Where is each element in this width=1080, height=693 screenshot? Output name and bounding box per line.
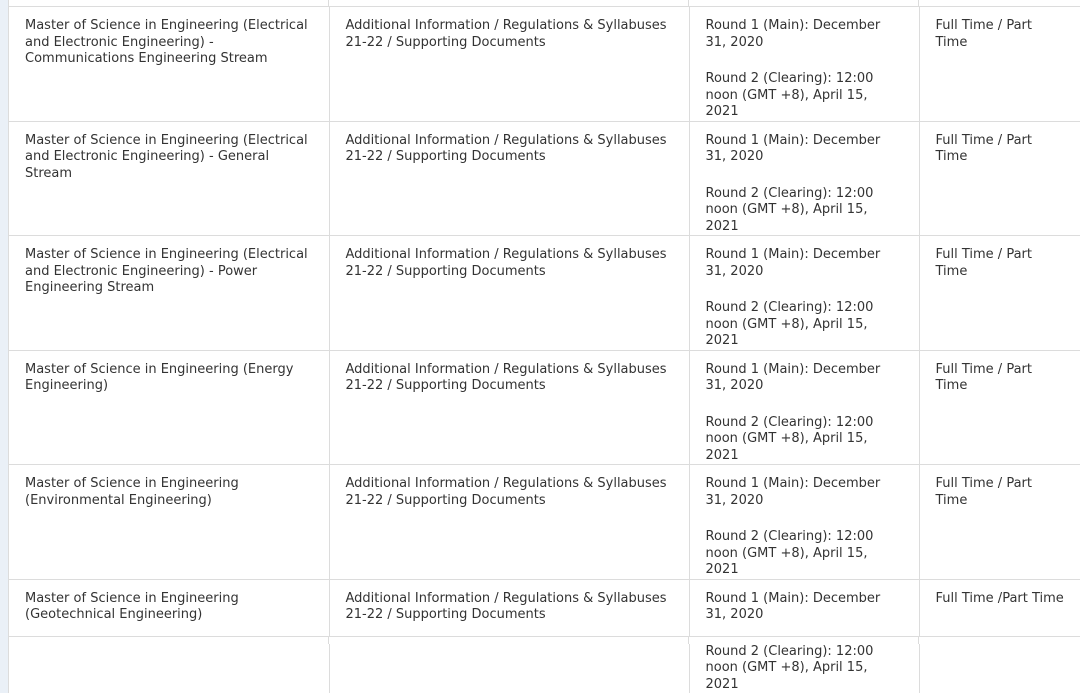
round-2-deadline: Round 2 (Clearing): 12:00 noon (GMT +8),… <box>706 529 903 579</box>
round-1-deadline: Round 1 (Main): December 31, 2020 <box>706 591 903 624</box>
round-2-deadline: Round 2 (Clearing): 12:00 noon (GMT +8),… <box>706 300 903 350</box>
deadline-cell: Round 1 (Main): December 31, 2020 Round … <box>689 7 919 122</box>
programme-name-cell: Master of Science in Engineering (Electr… <box>9 236 329 351</box>
round-2-deadline: Round 2 (Clearing): 12:00 noon (GMT +8),… <box>706 644 903 693</box>
round-1-deadline: Round 1 (Main): December 31, 2020 <box>706 18 903 51</box>
programme-table: Master of Science in Engineering (Electr… <box>8 6 1080 693</box>
study-mode-cell: Full Time / Part Time <box>919 121 1080 236</box>
round-2-deadline: Round 2 (Clearing): 12:00 noon (GMT +8),… <box>706 415 903 465</box>
round-1-deadline: Round 1 (Main): December 31, 2020 <box>706 133 903 166</box>
documents-cell[interactable]: Additional Information / Regulations & S… <box>329 121 689 236</box>
programme-name-cell: Master of Science in Engineering (Energy… <box>9 350 329 465</box>
deadline-cell: Round 1 (Main): December 31, 2020 Round … <box>689 350 919 465</box>
round-1-deadline: Round 1 (Main): December 31, 2020 <box>706 247 903 280</box>
programme-name-cell: Master of Science in Engineering (Enviro… <box>9 465 329 580</box>
programme-name-cell: Master of Science in Engineering (Electr… <box>9 7 329 122</box>
study-mode-cell: Full Time / Part Time <box>919 236 1080 351</box>
round-2-deadline: Round 2 (Clearing): 12:00 noon (GMT +8),… <box>706 71 903 121</box>
deadline-cell: Round 1 (Main): December 31, 2020 Round … <box>689 121 919 236</box>
documents-cell[interactable]: Additional Information / Regulations & S… <box>329 465 689 580</box>
round-1-deadline: Round 1 (Main): December 31, 2020 <box>706 362 903 395</box>
programme-table-grid: Master of Science in Engineering (Electr… <box>9 6 1080 693</box>
table-row: Master of Science in Engineering (Electr… <box>9 121 1080 236</box>
study-mode-cell: Full Time / Part Time <box>919 7 1080 122</box>
table-row: Master of Science in Engineering (Enviro… <box>9 465 1080 580</box>
table-row: Master of Science in Engineering (Electr… <box>9 7 1080 122</box>
study-mode-cell: Full Time / Part Time <box>919 350 1080 465</box>
documents-cell[interactable]: Additional Information / Regulations & S… <box>329 236 689 351</box>
round-1-deadline: Round 1 (Main): December 31, 2020 <box>706 476 903 509</box>
deadline-cell: Round 1 (Main): December 31, 2020 Round … <box>689 236 919 351</box>
documents-cell[interactable]: Additional Information / Regulations & S… <box>329 350 689 465</box>
programme-name-cell: Master of Science in Engineering (Electr… <box>9 121 329 236</box>
documents-cell[interactable]: Additional Information / Regulations & S… <box>329 7 689 122</box>
table-row: Master of Science in Engineering (Energy… <box>9 350 1080 465</box>
round-2-deadline: Round 2 (Clearing): 12:00 noon (GMT +8),… <box>706 186 903 236</box>
table-row: Master of Science in Engineering (Electr… <box>9 236 1080 351</box>
study-mode-cell: Full Time / Part Time <box>919 465 1080 580</box>
deadline-cell: Round 1 (Main): December 31, 2020 Round … <box>689 465 919 580</box>
